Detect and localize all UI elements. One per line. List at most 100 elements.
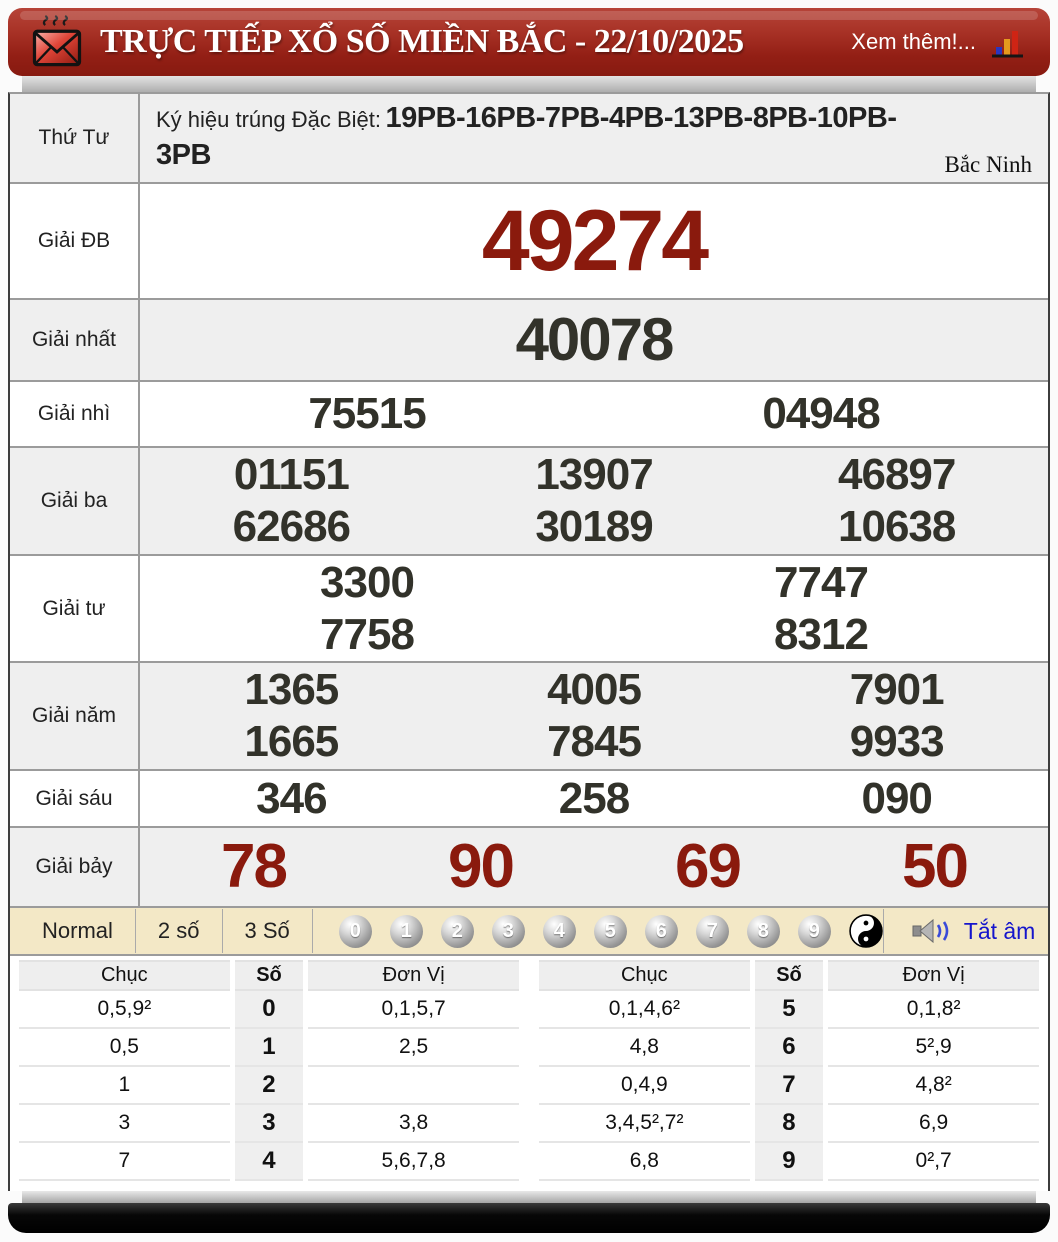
stats-table-right: Chục Số Đơn Vị 0,1,4,6² 5 0,1,8² 4,8 6 5… [534,960,1044,1181]
bar-chart-icon[interactable] [990,26,1028,58]
digit-stats: Chục Số Đơn Vị 0,5,9² 0 0,1,5,7 0,5 1 2,… [10,956,1048,1191]
mode-3so-button[interactable]: 3 Số [223,918,312,944]
prize-number: 090 [861,773,932,823]
prize-number: 7747 [774,557,869,607]
digit-ball-8[interactable]: 8 [746,914,780,948]
chuc-cell: 3,4,5²,7² [539,1105,750,1143]
symbol-line1: Ký hiệu trúng Đặc Biệt: 19PB-16PB-7PB-4P… [156,102,897,134]
donvi-cell: 0,1,8² [828,991,1039,1029]
donvi-cell: 5²,9 [828,1029,1039,1067]
stats-row: 3 3 3,8 [19,1105,519,1143]
donvi-cell: 3,8 [308,1105,519,1143]
donvi-cell: 4,8² [828,1067,1039,1105]
prize-row-sixth: Giải sáu 346 258 090 [10,769,1048,826]
digit-ball-0[interactable]: 0 [338,914,372,948]
prize-number: 9933 [849,717,945,766]
digit-balls: 0 1 2 3 4 5 6 7 8 9 [338,914,883,948]
mode-2so-button[interactable]: 2 số [136,918,222,944]
prize-number: 62686 [232,502,351,551]
prize-number: 3300 [320,557,415,607]
prize-number: 30189 [535,502,653,551]
digit-ball-6[interactable]: 6 [644,914,678,948]
stats-row: 3,4,5²,7² 8 6,9 [539,1105,1039,1143]
prize-number: 7901 [849,665,945,715]
yin-yang-icon[interactable] [849,914,883,948]
digit-ball-3[interactable]: 3 [491,914,525,948]
donvi-cell: 0,1,5,7 [308,991,519,1029]
prize-number: 258 [558,773,630,823]
donvi-cell: 2,5 [308,1029,519,1067]
prize-label-fifth: Giải năm [10,663,140,769]
stats-header-row: Chục Số Đơn Vị [19,960,519,991]
stats-header-row: Chục Số Đơn Vị [539,960,1039,991]
prize-number: 1365 [244,665,339,715]
prize-row-fourth: Giải tư 3300 7747 7758 8312 [10,554,1048,661]
prize-number: 40078 [515,306,675,373]
see-more-link[interactable]: Xem thêm!... [851,29,976,55]
digit-ball-4[interactable]: 4 [542,914,576,948]
digit-cell: 4 [234,1143,304,1181]
digit-ball-1[interactable]: 1 [389,914,423,948]
col-header-chuc: Chục [539,960,750,991]
prize-row-fifth: Giải năm 1365 4005 7901 1665 7845 9933 [10,661,1048,769]
stats-row: 4,8 6 5²,9 [539,1029,1039,1067]
stats-row: 0,4,9 7 4,8² [539,1067,1039,1105]
page-title: TRỰC TIẾP XỔ SỐ MIỀN BẮC - 22/10/2025 [100,23,744,60]
prize-number: 69 [675,832,742,901]
chuc-cell: 3 [19,1105,230,1143]
weekday-label: Thứ Tư [10,94,140,182]
digit-cell: 0 [234,991,304,1029]
digit-ball-9[interactable]: 9 [797,914,831,948]
stats-row: 0,5,9² 0 0,1,5,7 [19,991,519,1029]
stats-row: 6,8 9 0²,7 [539,1143,1039,1181]
prize-row-seventh: Giải bảy 78 90 69 50 [10,826,1048,906]
toolbar-separator [311,909,313,953]
digit-cell: 9 [754,1143,824,1181]
donvi-cell [308,1067,519,1105]
prize-label-special: Giải ĐB [10,184,140,298]
prize-number: 346 [256,773,327,823]
prize-number: 01151 [233,450,350,500]
lottery-page: TRỰC TIẾP XỔ SỐ MIỀN BẮC - 22/10/2025 Xe… [8,8,1050,1233]
chuc-cell: 7 [19,1143,230,1181]
stats-row: 1 2 [19,1067,519,1105]
chuc-cell: 6,8 [539,1143,750,1181]
speaker-icon[interactable] [912,916,954,946]
col-header-donvi: Đơn Vị [308,960,519,991]
prize-label-seventh: Giải bảy [10,828,140,906]
digit-ball-7[interactable]: 7 [695,914,729,948]
mute-button[interactable]: Tắt âm [964,918,1036,945]
stats-row: 0,1,4,6² 5 0,1,8² [539,991,1039,1029]
donvi-cell: 6,9 [828,1105,1039,1143]
prize-row-third: Giải ba 01151 13907 46897 62686 30189 10… [10,446,1048,554]
results-table: Thứ Tư Ký hiệu trúng Đặc Biệt: 19PB-16PB… [8,92,1050,1191]
stats-row: 0,5 1 2,5 [19,1029,519,1067]
col-header-chuc: Chục [19,960,230,991]
prize-number: 04948 [762,389,880,439]
digit-ball-5[interactable]: 5 [593,914,627,948]
chuc-cell: 0,5 [19,1029,230,1067]
prize-label-first: Giải nhất [10,300,140,380]
digit-cell: 2 [234,1067,304,1105]
info-row: Thứ Tư Ký hiệu trúng Đặc Biệt: 19PB-16PB… [10,94,1048,182]
digit-cell: 6 [754,1029,824,1067]
sound-controls: Tắt âm [882,909,1050,953]
stats-row: 7 4 5,6,7,8 [19,1143,519,1181]
chuc-cell: 0,4,9 [539,1067,750,1105]
prize-number-special: 49274 [481,193,709,289]
prize-number: 50 [902,832,969,901]
donvi-cell: 0²,7 [828,1143,1039,1181]
toolbar-separator [882,909,884,953]
digit-ball-2[interactable]: 2 [440,914,474,948]
prize-label-second: Giải nhì [10,382,140,446]
prize-number: 4005 [547,665,642,715]
chuc-cell: 1 [19,1067,230,1105]
top-divider-bar [22,76,1036,92]
prize-label-fourth: Giải tư [10,556,140,661]
header-bar: TRỰC TIẾP XỔ SỐ MIỀN BẮC - 22/10/2025 Xe… [8,8,1050,76]
prize-number: 46897 [838,450,956,500]
mode-normal-button[interactable]: Normal [20,918,135,944]
prize-row-special: Giải ĐB 49274 [10,182,1048,298]
chuc-cell: 0,1,4,6² [539,991,750,1029]
prize-row-first: Giải nhất 40078 [10,298,1048,380]
